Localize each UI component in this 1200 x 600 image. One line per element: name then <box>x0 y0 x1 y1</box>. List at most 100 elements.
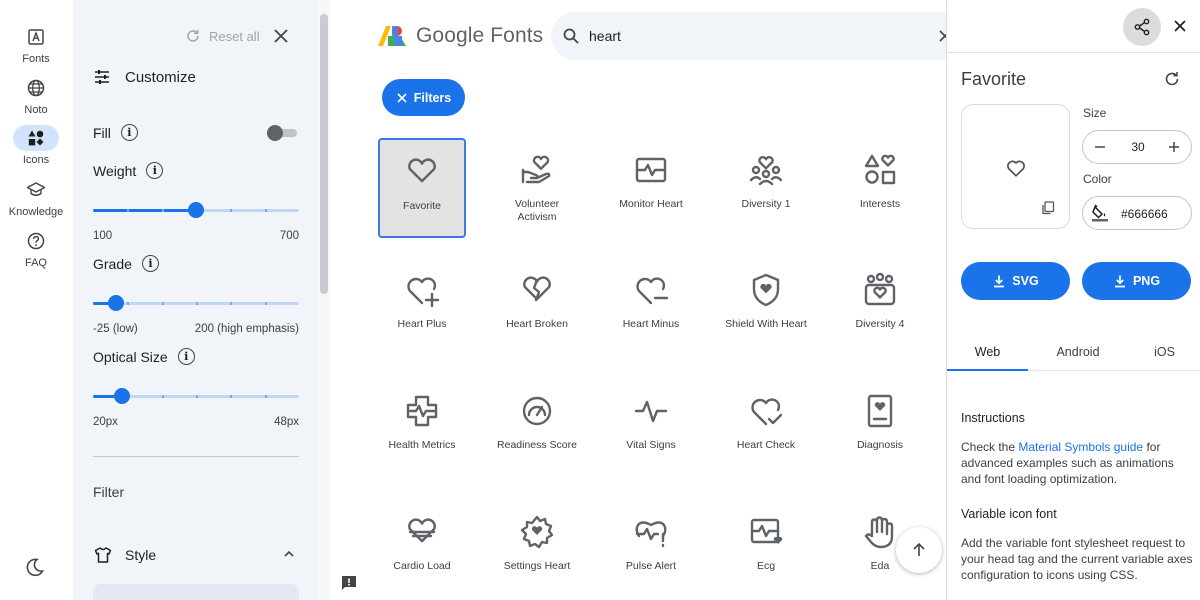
grade-slider[interactable] <box>93 295 299 311</box>
google-fonts-logo[interactable]: Google Fonts <box>378 24 543 48</box>
info-icon[interactable]: i <box>141 255 159 272</box>
icon-label: Favorite <box>403 200 441 212</box>
slider-tick <box>162 302 164 305</box>
reset-all-button[interactable]: Reset all <box>185 28 260 44</box>
icon-tile-heart-plus[interactable]: Heart Plus <box>378 258 466 358</box>
size-value[interactable]: 30 <box>1121 140 1155 154</box>
icon-label: Heart Minus <box>622 318 680 330</box>
filters-label: Filters <box>413 90 452 105</box>
slider-knob[interactable] <box>114 388 130 404</box>
icon-tile-settings-heart[interactable]: Settings Heart <box>493 500 581 600</box>
detail-title: Favorite <box>961 69 1027 89</box>
refresh-icon[interactable] <box>1163 70 1181 88</box>
ecg-icon <box>750 518 783 545</box>
arrow-up-icon <box>913 542 925 556</box>
feedback-icon[interactable] <box>340 574 358 592</box>
icon-label: Volunteer Activism <box>514 198 560 223</box>
icon-tile-favorite[interactable]: Favorite <box>378 138 466 238</box>
icon-tile-diversity-4[interactable]: Diversity 4 <box>836 258 924 358</box>
cardio-load-icon <box>408 518 436 543</box>
icon-tile-cardio-load[interactable]: Cardio Load <box>378 500 466 600</box>
heart-broken-icon <box>523 276 551 302</box>
close-icon[interactable] <box>1172 18 1188 34</box>
style-section-header[interactable]: Style <box>93 545 156 565</box>
slider-knob[interactable] <box>188 202 204 218</box>
search-input[interactable] <box>589 24 929 48</box>
panel-scrollbar[interactable] <box>320 14 328 294</box>
divider <box>93 456 299 457</box>
copy-icon[interactable] <box>1041 201 1055 215</box>
fill-toggle[interactable] <box>267 125 297 141</box>
main-area: Google Fonts Filters Favorite Volunteer A… <box>330 0 971 600</box>
search-icon <box>563 28 579 44</box>
weight-max: 700 <box>279 230 299 242</box>
info-icon[interactable]: i <box>120 124 138 141</box>
info-icon[interactable]: i <box>146 162 164 179</box>
rail-item-label: Fonts <box>22 53 50 65</box>
tab-web[interactable]: Web <box>947 335 1028 371</box>
optical-size-range: 20px 48px <box>93 416 299 428</box>
style-option-card[interactable] <box>93 584 299 600</box>
fonts-icon <box>13 24 59 50</box>
material-symbols-guide-link[interactable]: Material Symbols guide <box>1018 440 1143 454</box>
color-label: Color <box>1083 172 1112 186</box>
icon-label: Diversity 4 <box>855 318 905 330</box>
icon-label: Shield With Heart <box>725 318 807 330</box>
rail-item-noto[interactable]: Noto <box>0 75 72 116</box>
icon-tile-monitor-heart[interactable]: Monitor Heart <box>607 138 695 238</box>
rail-item-icons[interactable]: Icons <box>0 125 72 166</box>
info-icon[interactable]: i <box>177 348 195 365</box>
tab-ios[interactable]: iOS <box>1128 335 1200 371</box>
icon-tile-heart-minus[interactable]: Heart Minus <box>607 258 695 358</box>
icon-label: Monitor Heart <box>619 198 683 210</box>
variable-font-heading: Variable icon font <box>961 507 1057 521</box>
icon-label: Interests <box>859 198 901 210</box>
favorite-icon <box>1007 160 1025 177</box>
weight-min: 100 <box>93 230 113 242</box>
rail-item-faq[interactable]: FAQ <box>0 228 72 269</box>
volunteer-activism-icon <box>521 155 551 184</box>
slider-tick <box>265 209 267 212</box>
icon-tile-diversity-1[interactable]: Diversity 1 <box>722 138 810 238</box>
icon-tile-heart-check[interactable]: Heart Check <box>722 379 810 479</box>
icon-tile-interests[interactable]: Interests <box>836 138 924 238</box>
icon-tile-diagnosis[interactable]: Diagnosis <box>836 379 924 479</box>
optical-size-row: Optical Size i <box>93 348 195 365</box>
google-fonts-logo-icon <box>378 26 406 46</box>
icon-tile-shield-with-heart[interactable]: Shield With Heart <box>722 258 810 358</box>
rail-item-fonts[interactable]: Fonts <box>0 24 72 65</box>
icon-tile-volunteer-activism[interactable]: Volunteer Activism <box>493 138 581 238</box>
dark-mode-icon[interactable] <box>24 556 46 578</box>
download-png-button[interactable]: PNG <box>1082 262 1191 300</box>
slider-tick <box>265 395 267 398</box>
optical-size-label: Optical Size <box>93 348 168 365</box>
weight-slider[interactable] <box>93 202 299 218</box>
icon-tile-vital-signs[interactable]: Vital Signs <box>607 379 695 479</box>
optical-size-slider[interactable] <box>93 388 299 404</box>
icon-label: Settings Heart <box>503 560 571 572</box>
share-button[interactable] <box>1123 8 1161 46</box>
fill-row: Fill i <box>93 124 138 141</box>
minus-icon[interactable] <box>1093 140 1107 154</box>
chevron-up-icon[interactable] <box>281 546 297 562</box>
icon-tile-health-metrics[interactable]: Health Metrics <box>378 379 466 479</box>
rail-item-label: Knowledge <box>8 206 64 218</box>
logo-text: Google Fonts <box>416 24 544 47</box>
rail-item-knowledge[interactable]: Knowledge <box>0 177 72 218</box>
tab-android[interactable]: Android <box>1028 335 1128 371</box>
slider-tick <box>230 302 232 305</box>
icon-tile-pulse-alert[interactable]: Pulse Alert <box>607 500 695 600</box>
color-picker[interactable]: #666666 <box>1082 196 1192 230</box>
scroll-to-top-button[interactable] <box>896 527 942 573</box>
icon-tile-heart-broken[interactable]: Heart Broken <box>493 258 581 358</box>
download-svg-button[interactable]: SVG <box>961 262 1070 300</box>
filters-button[interactable]: Filters <box>382 79 465 116</box>
icon-label: Diagnosis <box>856 439 904 451</box>
plus-icon[interactable] <box>1167 140 1181 154</box>
icon-tile-readiness-score[interactable]: Readiness Score <box>493 379 581 479</box>
close-icon[interactable] <box>271 26 291 46</box>
icon-tile-ecg[interactable]: Ecg <box>722 500 810 600</box>
monitor-heart-icon <box>635 157 667 183</box>
icon-label: Cardio Load <box>393 560 451 572</box>
slider-knob[interactable] <box>108 295 124 311</box>
